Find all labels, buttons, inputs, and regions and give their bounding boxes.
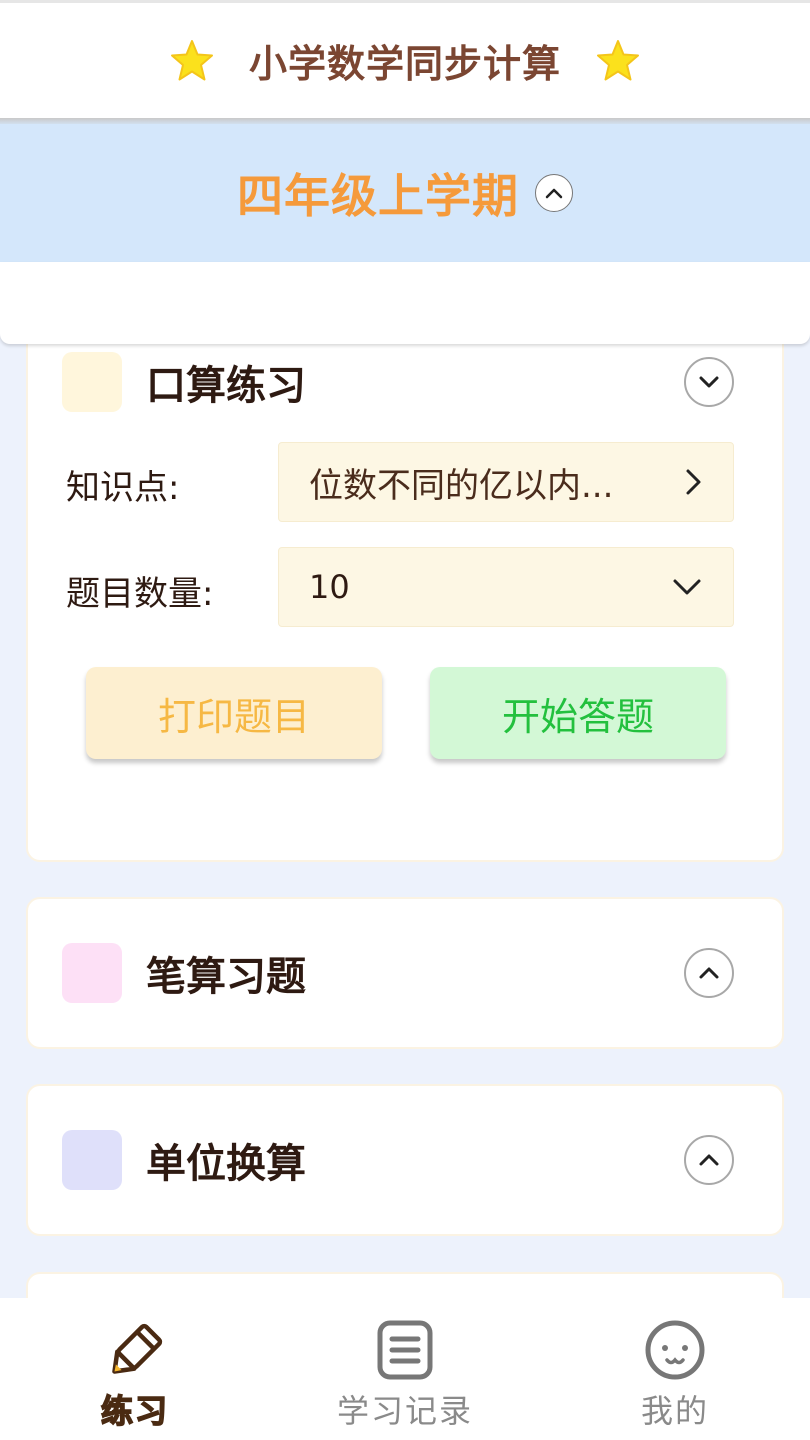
knowledge-select[interactable]: 位数不同的亿以内...	[278, 442, 734, 522]
chevron-up-icon	[699, 967, 719, 979]
written-practice-card[interactable]: 笔算习题	[26, 897, 784, 1049]
star-icon	[597, 39, 639, 80]
face-icon	[645, 1320, 705, 1380]
unit-conversion-title: 单位换算	[146, 1141, 306, 1187]
pencil-icon	[112, 1323, 163, 1374]
document-icon	[377, 1320, 433, 1380]
chevron-up-icon	[699, 1154, 719, 1166]
print-questions-button[interactable]: 打印题目	[86, 667, 382, 759]
app-title: 小学数学同步计算	[248, 42, 561, 86]
chevron-up-icon	[545, 188, 563, 199]
chevron-right-icon	[686, 469, 701, 495]
unit-conversion-toggle[interactable]	[684, 1135, 734, 1185]
term-selector[interactable]: 四年级上学期	[0, 124, 810, 262]
tab-practice[interactable]: 练习	[0, 1298, 270, 1440]
oral-practice-card: 口算练习 知识点: 位数不同的亿以内... 题目数量: 10 打印题目 开始答题	[26, 322, 784, 862]
dropdown-overlay	[0, 262, 810, 344]
written-practice-icon	[62, 943, 122, 1003]
unit-conversion-card[interactable]: 单位换算	[26, 1084, 784, 1236]
tab-study-records[interactable]: 学习记录	[270, 1298, 540, 1440]
written-practice-title: 笔算习题	[146, 954, 306, 1000]
count-label: 题目数量:	[66, 574, 214, 614]
tab-mine[interactable]: 我的	[540, 1298, 810, 1440]
term-toggle-button[interactable]	[535, 174, 573, 212]
count-value: 10	[309, 568, 350, 606]
term-label[interactable]: 四年级上学期	[237, 160, 519, 226]
app-header: 小学数学同步计算	[0, 0, 810, 118]
star-icon	[170, 39, 213, 80]
oral-practice-toggle[interactable]	[684, 357, 734, 407]
chevron-down-icon	[673, 579, 701, 595]
knowledge-label: 知识点:	[66, 468, 180, 508]
unit-conversion-icon	[62, 1130, 122, 1190]
oral-practice-title: 口算练习	[146, 363, 306, 409]
knowledge-value: 位数不同的亿以内...	[309, 465, 614, 506]
tab-mine-label: 我的	[640, 1392, 709, 1430]
tab-study-records-label: 学习记录	[336, 1392, 473, 1430]
bottom-tab-bar: 练习 学习记录 我的	[0, 1298, 810, 1440]
oral-practice-header[interactable]: 口算练习	[62, 352, 734, 412]
tab-practice-label: 练习	[100, 1391, 169, 1431]
written-practice-toggle[interactable]	[684, 948, 734, 998]
chevron-down-icon	[699, 376, 719, 388]
oral-practice-icon	[62, 352, 122, 412]
start-answering-button[interactable]: 开始答题	[430, 667, 726, 759]
count-select[interactable]: 10	[278, 547, 734, 627]
